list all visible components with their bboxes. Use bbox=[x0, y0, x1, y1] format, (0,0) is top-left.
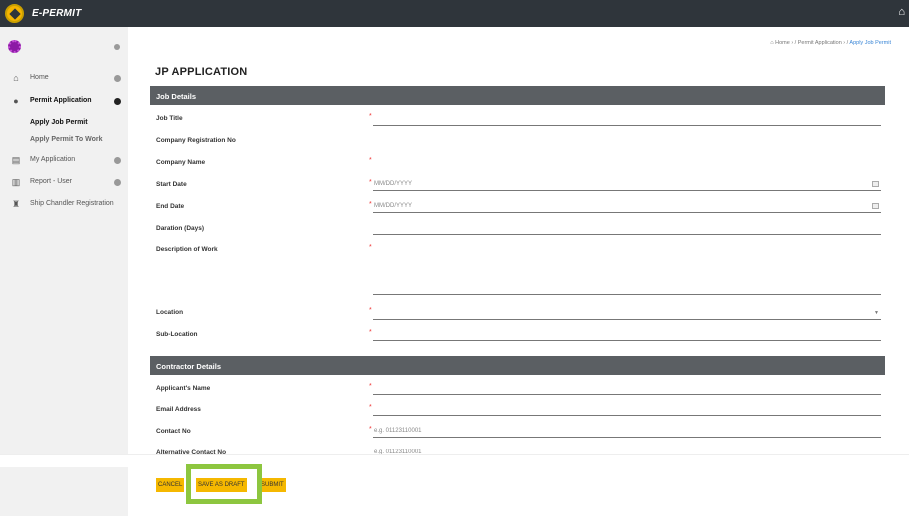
chevron-icon bbox=[114, 98, 121, 105]
sidebar-item-label: Ship Chandler Registration bbox=[30, 200, 114, 207]
sidebar-item-label: Permit Application bbox=[30, 97, 92, 104]
required-mark: * bbox=[369, 307, 372, 314]
field-label-location: Location bbox=[156, 309, 184, 316]
contact-underline bbox=[373, 437, 881, 438]
breadcrumb: ⌂ Home › / Permit Application › / Apply … bbox=[770, 40, 891, 46]
applicant-name-input[interactable] bbox=[373, 394, 881, 395]
sidebar-subitem-apply-permit-to-work[interactable]: Apply Permit To Work bbox=[30, 136, 102, 143]
end-date-input[interactable]: MM/DD/YYYY bbox=[374, 203, 412, 209]
duration-input[interactable] bbox=[373, 234, 881, 235]
cancel-button[interactable]: CANCEL bbox=[156, 478, 185, 492]
required-mark: * bbox=[369, 157, 372, 164]
email-input[interactable] bbox=[373, 415, 881, 416]
breadcrumb-home[interactable]: Home bbox=[775, 40, 790, 46]
section-header-job-details: Job Details bbox=[150, 86, 885, 105]
field-label-company-name: Company Name bbox=[156, 159, 206, 166]
field-label-end-date: End Date bbox=[156, 203, 185, 210]
calendar-icon[interactable] bbox=[872, 181, 879, 187]
footer-sidebar-block bbox=[0, 467, 128, 516]
sidebar-item-my-application[interactable]: ▤ My Application bbox=[0, 149, 128, 171]
field-label-company-registration: Company Registration No bbox=[156, 137, 236, 144]
contact-input[interactable]: e.g. 01123110001 bbox=[374, 428, 422, 434]
breadcrumb-current: Apply Job Permit bbox=[849, 40, 891, 46]
sidebar-subitem-apply-job-permit[interactable]: Apply Job Permit bbox=[30, 119, 88, 126]
sidebar-item-permit-application[interactable]: ● Permit Application bbox=[0, 90, 128, 112]
field-label-job-title: Job Title bbox=[156, 115, 183, 122]
start-date-underline bbox=[373, 190, 881, 191]
page-title: JP APPLICATION bbox=[155, 66, 248, 78]
app-brand: E-PERMIT bbox=[32, 8, 82, 19]
chevron-icon bbox=[114, 157, 121, 164]
sidebar-item-report-user[interactable]: ▥ Report - User bbox=[0, 171, 128, 193]
sidebar: ⌂ Home ● Permit Application Apply Job Pe… bbox=[0, 27, 128, 454]
sidebar-item-ship-chandler[interactable]: ♜ Ship Chandler Registration bbox=[0, 193, 128, 215]
field-label-contact: Contact No bbox=[156, 428, 191, 435]
chart-icon: ▥ bbox=[11, 177, 21, 187]
breadcrumb-permit-application[interactable]: Permit Application bbox=[798, 40, 842, 46]
top-navbar: E-PERMIT ⌂ bbox=[0, 0, 909, 27]
field-label-sub-location: Sub-Location bbox=[156, 331, 198, 338]
field-label-description: Description of Work bbox=[156, 246, 218, 253]
home-icon[interactable]: ⌂ bbox=[898, 6, 905, 18]
home-icon: ⌂ bbox=[13, 73, 19, 83]
chevron-icon bbox=[114, 179, 121, 186]
field-label-duration: Daration (Days) bbox=[156, 225, 205, 232]
location-select[interactable] bbox=[373, 319, 881, 320]
field-label-applicant-name: Applicant's Name bbox=[156, 385, 211, 392]
field-label-email: Email Address bbox=[156, 406, 201, 413]
required-mark: * bbox=[369, 179, 372, 186]
user-avatar[interactable] bbox=[8, 40, 21, 53]
chevron-icon bbox=[114, 75, 121, 82]
submit-button[interactable]: SUBMIT bbox=[259, 478, 286, 492]
required-mark: * bbox=[369, 426, 372, 433]
required-mark: * bbox=[369, 329, 372, 336]
job-title-input[interactable] bbox=[373, 125, 881, 126]
required-mark: * bbox=[369, 201, 372, 208]
calendar-icon[interactable] bbox=[872, 203, 879, 209]
field-label-start-date: Start Date bbox=[156, 181, 187, 188]
dropdown-arrow-icon[interactable]: ▼ bbox=[874, 310, 879, 316]
end-date-underline bbox=[373, 212, 881, 213]
description-textarea[interactable] bbox=[373, 294, 881, 295]
sidebar-toggle-icon[interactable] bbox=[114, 44, 120, 50]
required-mark: * bbox=[369, 113, 372, 120]
circle-icon: ● bbox=[13, 96, 19, 106]
required-mark: * bbox=[369, 404, 372, 411]
app-logo-icon[interactable] bbox=[5, 4, 24, 23]
ship-icon: ♜ bbox=[11, 199, 21, 209]
sidebar-item-label: Home bbox=[30, 74, 49, 81]
required-mark: * bbox=[369, 383, 372, 390]
sidebar-item-label: My Application bbox=[30, 156, 76, 163]
document-icon: ▤ bbox=[11, 155, 21, 165]
required-mark: * bbox=[369, 244, 372, 251]
start-date-input[interactable]: MM/DD/YYYY bbox=[374, 181, 412, 187]
sidebar-item-home[interactable]: ⌂ Home bbox=[0, 67, 128, 89]
footer-divider bbox=[0, 454, 909, 467]
highlight-box bbox=[186, 464, 262, 504]
sidebar-item-label: Report - User bbox=[30, 178, 73, 185]
sub-location-input[interactable] bbox=[373, 340, 881, 341]
breadcrumb-separator: › / bbox=[789, 40, 798, 46]
section-header-contractor-details: Contractor Details bbox=[150, 356, 885, 375]
